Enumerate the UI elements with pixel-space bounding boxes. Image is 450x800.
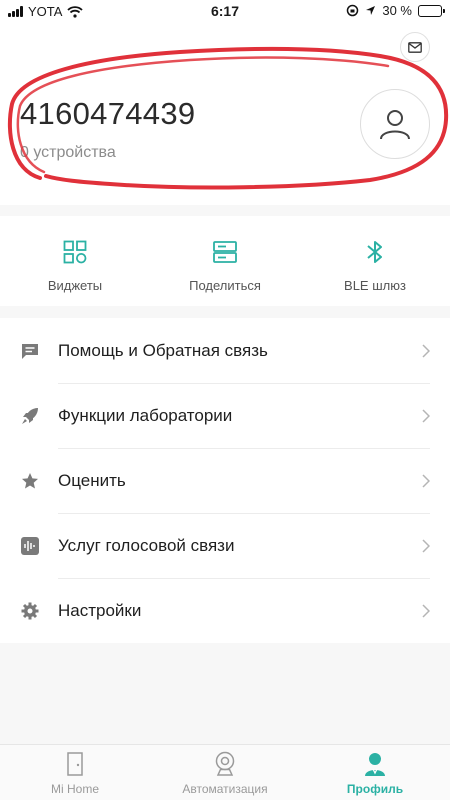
menu-item-rate[interactable]: Оценить	[0, 448, 450, 513]
camera-icon	[213, 751, 237, 777]
gear-icon	[20, 601, 40, 621]
bluetooth-icon	[361, 238, 389, 266]
rotation-lock-icon	[347, 4, 359, 17]
chevron-right-icon	[422, 538, 430, 553]
ble-gateway-button[interactable]: BLE шлюз	[300, 216, 450, 306]
messages-button[interactable]	[400, 32, 430, 62]
tab-label: Автоматизация	[182, 782, 268, 796]
menu-item-lab-features[interactable]: Функции лаборатории	[0, 383, 450, 448]
avatar[interactable]	[360, 89, 430, 159]
ble-gateway-label: BLE шлюз	[344, 278, 406, 293]
menu-label: Функции лаборатории	[58, 405, 233, 425]
tab-label: Mi Home	[50, 782, 99, 796]
tab-bar: Mi Home Автоматизация Профиль	[0, 744, 450, 800]
widgets-button[interactable]: Виджеты	[0, 216, 150, 306]
profile-icon	[363, 751, 387, 777]
menu-label: Помощь и Обратная связь	[58, 340, 268, 360]
share-button[interactable]: Поделиться	[150, 216, 300, 306]
chevron-right-icon	[422, 473, 430, 488]
share-label: Поделиться	[189, 278, 261, 293]
settings-menu: Помощь и Обратная связь Функции лаборато…	[0, 318, 450, 643]
tab-profile[interactable]: Профиль	[300, 745, 450, 800]
mail-icon	[408, 41, 422, 53]
menu-label: Настройки	[58, 600, 142, 620]
share-icon	[211, 238, 239, 266]
menu-item-voice-services[interactable]: Услуг голосовой связи	[0, 513, 450, 578]
voice-icon	[20, 536, 40, 556]
status-bar: YOTA 6:17 30 %	[0, 0, 450, 22]
rocket-icon	[20, 406, 40, 426]
tab-automation[interactable]: Автоматизация	[150, 745, 300, 800]
feedback-icon	[20, 341, 40, 361]
menu-item-help-feedback[interactable]: Помощь и Обратная связь	[0, 318, 450, 383]
door-icon	[63, 751, 87, 777]
user-avatar-icon	[380, 110, 410, 140]
menu-item-settings[interactable]: Настройки	[0, 578, 450, 643]
user-id[interactable]: 4160474439	[20, 96, 195, 132]
device-count: 0 устройства	[20, 144, 116, 161]
star-icon	[20, 471, 40, 491]
chevron-right-icon	[422, 603, 430, 618]
menu-label: Услуг голосовой связи	[58, 535, 235, 555]
quick-actions: Виджеты Поделиться BLE шлюз	[0, 216, 450, 306]
tab-label: Профиль	[346, 782, 404, 796]
chevron-right-icon	[422, 343, 430, 358]
battery-percent: 30 %	[382, 3, 412, 18]
location-icon	[366, 6, 376, 15]
chevron-right-icon	[422, 408, 430, 423]
tab-mi-home[interactable]: Mi Home	[0, 745, 150, 800]
battery-icon	[418, 4, 445, 17]
widgets-icon	[61, 238, 89, 266]
menu-label: Оценить	[58, 470, 126, 490]
widgets-label: Виджеты	[47, 278, 103, 293]
profile-header: 4160474439 0 устройства	[0, 22, 450, 205]
